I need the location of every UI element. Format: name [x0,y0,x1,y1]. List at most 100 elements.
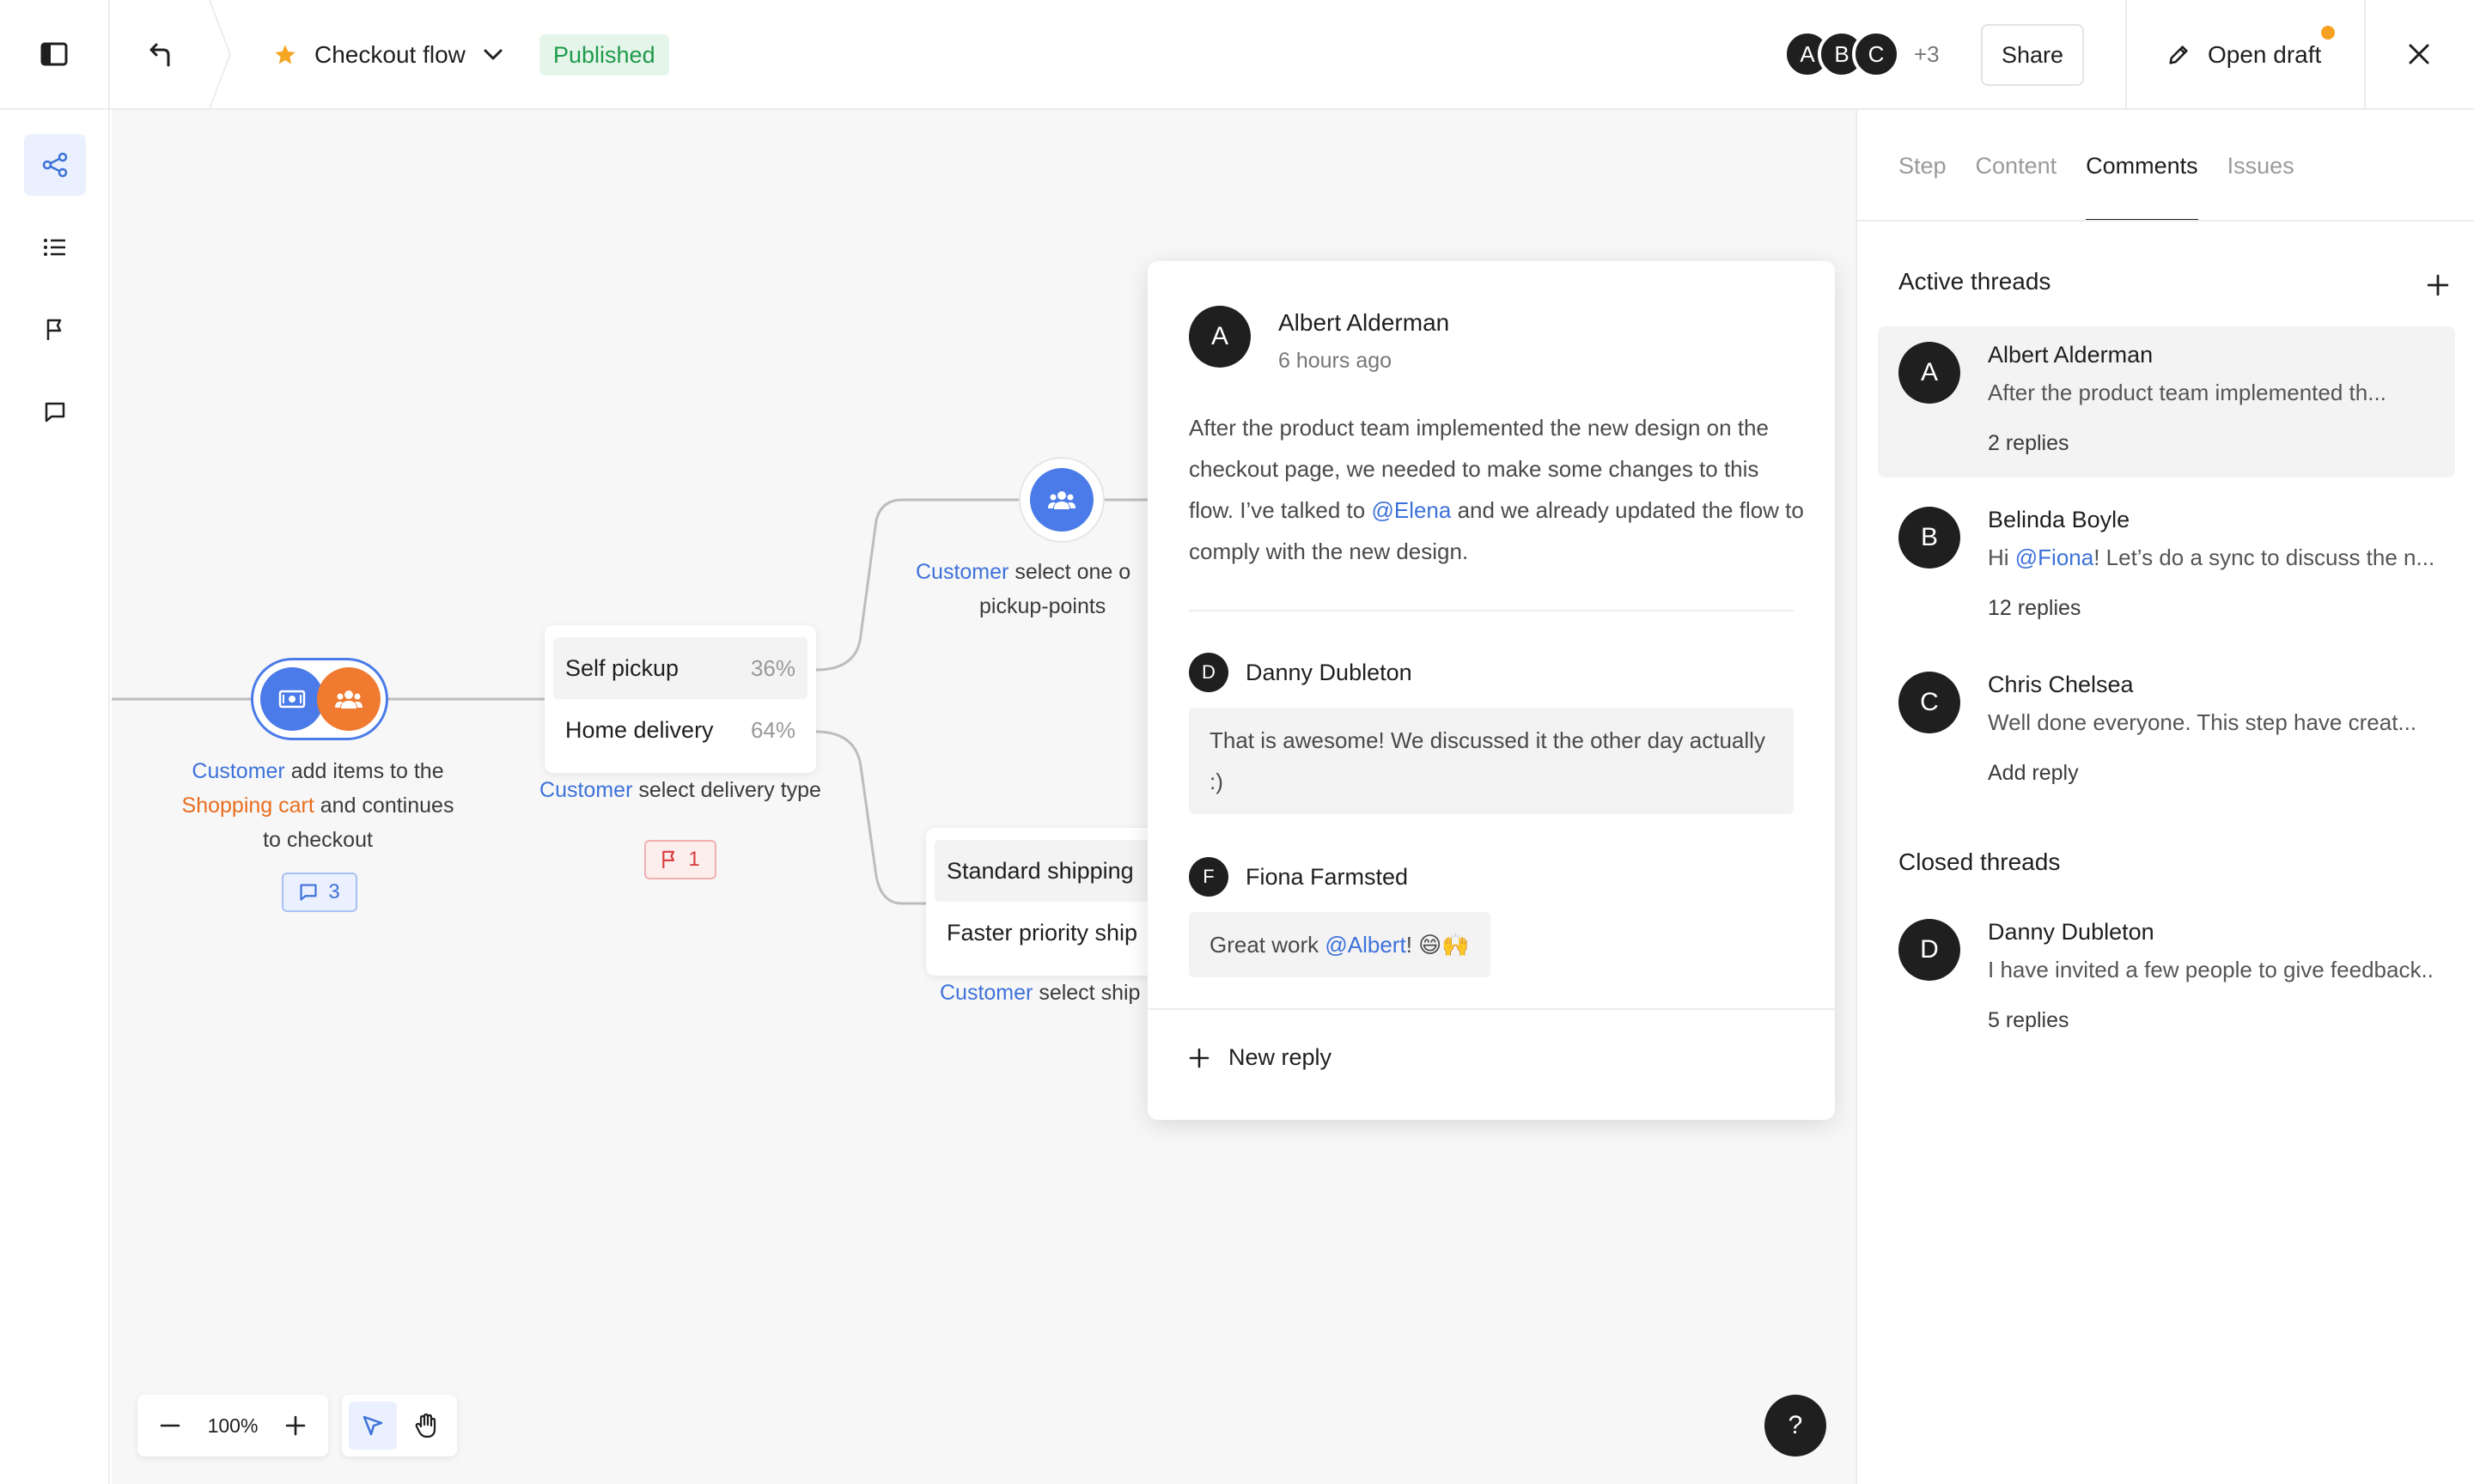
close-icon [2409,44,2429,64]
minus-icon [160,1424,180,1427]
option-priority-shipping[interactable]: Faster priority ship [935,902,1175,964]
zoom-in-button[interactable] [278,1408,313,1443]
right-panel: Step Content Comments Issues Active thre… [1855,110,2474,1484]
step-node-pickup-point[interactable] [1021,459,1103,541]
thread-preview: Well done everyone. This step have creat… [1988,709,2417,735]
add-thread-button[interactable] [2417,265,2459,306]
reply-count: 12 replies [1988,596,2081,620]
open-draft-button[interactable]: Open draft [2166,29,2321,81]
add-reply-link[interactable]: Add reply [1988,761,2079,786]
divider [2125,0,2127,108]
option-home-delivery[interactable]: Home delivery 64% [553,699,807,761]
help-button[interactable]: ? [1764,1395,1826,1457]
mention-link[interactable]: @Fiona [2015,544,2093,570]
thread-item[interactable]: A Albert Alderman After the product team… [1878,326,2455,477]
actor-tag[interactable]: Customer [192,759,284,783]
actor-tag[interactable]: Customer [940,981,1033,1005]
avatar: B [1898,507,1960,569]
top-bar: Checkout flow Published A B C +3 Share O… [0,0,2474,110]
flag-icon [46,319,62,340]
avatar: C [1898,672,1960,733]
select-tool-button[interactable] [349,1402,397,1450]
share-button[interactable]: Share [1981,24,2084,86]
reply-count: 5 replies [1988,1008,2069,1032]
tab-content[interactable]: Content [1976,110,2057,222]
users-icon [1048,491,1076,509]
reply-item: F Fiona Farmsted Great work @Albert! 😄🙌 [1189,857,1490,977]
avatar: D [1189,653,1228,692]
thread-author: Belinda Boyle [1988,507,2130,532]
thread-author: Chris Chelsea [1988,672,2134,697]
step-label-shipping: Customer select ship [940,981,1141,1005]
issues-count-chip[interactable]: 1 [644,840,716,879]
avatar: D [1898,919,1960,981]
status-badge: Published [539,34,669,76]
decision-node-delivery-type[interactable]: Self pickup 36% Home delivery 64% [545,625,816,773]
actor-tag[interactable]: Customer [539,778,632,802]
breadcrumb-separator [209,0,232,108]
sidebar-toggle-button[interactable] [0,0,110,108]
reply-author: Fiona Farmsted [1246,863,1409,890]
comment-icon [300,884,317,901]
plus-icon [1189,1048,1210,1067]
avatar: F [1189,857,1228,897]
rail-item-comments[interactable] [24,381,86,443]
tab-step[interactable]: Step [1898,110,1947,222]
avatar: A [1898,342,1960,404]
thread-header: A Albert Alderman 6 hours ago [1189,306,1449,374]
rail-item-flow[interactable] [24,134,86,196]
mention-link[interactable]: @Albert [1325,932,1405,958]
reply-item: D Danny Dubleton That is awesome! We dis… [1189,653,1794,814]
step-label-pickup-point: Customer select one o pickup-points [916,560,1131,618]
zoom-out-button[interactable] [153,1408,187,1443]
zoom-controls: 100% [137,1395,328,1457]
cursor-icon [363,1415,383,1436]
rail-item-issues[interactable] [24,299,86,361]
mention-link[interactable]: @Elena [1371,497,1451,523]
pencil-icon [2169,46,2188,64]
chevron-down-icon [484,49,503,60]
plus-icon [285,1415,306,1436]
thread-preview: Hi @Fiona! Let’s do a sync to discuss th… [1988,544,2434,570]
decision-node-shipping[interactable]: Standard shipping Faster priority ship [926,828,1184,976]
step-node-add-to-cart[interactable] [251,658,388,740]
tab-issues[interactable]: Issues [2227,110,2294,222]
reply-author: Danny Dubleton [1246,659,1412,685]
thread-body: After the product team implemented the n… [1189,415,1804,564]
actor-step-badge [1030,468,1094,532]
thread-item[interactable]: D Danny Dubleton I have invited a few pe… [1878,903,2455,1055]
option-standard-shipping[interactable]: Standard shipping [935,840,1175,902]
thread-item[interactable]: B Belinda Boyle Hi @Fiona! Let’s do a sy… [1878,491,2455,642]
flow-selector[interactable]: Checkout flow [273,33,503,77]
collaborator-avatars[interactable]: A B C +3 [1783,30,1940,78]
rail-item-list[interactable] [24,216,86,278]
step-label-add-to-cart: Customer add items to the Shopping cart … [181,759,454,852]
option-self-pickup[interactable]: Self pickup 36% [553,637,807,699]
money-icon [278,690,306,709]
canvas-tools [342,1395,457,1457]
divider [1857,220,2474,222]
comment-thread-popover: A Albert Alderman 6 hours ago After the … [1148,261,1835,1120]
thread-preview: After the product team implemented th... [1988,380,2386,405]
actor-tag[interactable]: Customer [916,560,1008,584]
actor-step-badge [317,667,381,731]
flow-canvas[interactable]: Customer add items to the Shopping cart … [112,110,1855,1484]
thread-item[interactable]: C Chris Chelsea Well done everyone. This… [1878,656,2455,807]
close-button[interactable] [2364,0,2474,108]
flow-diagram-icon [42,152,68,178]
open-draft-label: Open draft [2208,41,2322,68]
divider [1189,610,1794,611]
active-threads-heading: Active threads [1898,268,2051,295]
cart-step-badge [260,667,324,731]
reply-count: 2 replies [1988,431,2069,455]
back-button[interactable] [110,0,213,108]
thread-preview: I have invited a few people to give feed… [1988,957,2434,982]
divider [1148,1008,1835,1010]
pan-tool-button[interactable] [402,1402,450,1450]
new-reply-button[interactable]: New reply [1189,1044,1331,1071]
comments-count-chip[interactable]: 3 [282,873,357,912]
tab-comments[interactable]: Comments [2086,110,2198,222]
more-collaborators-count: +3 [1914,40,1940,67]
object-tag[interactable]: Shopping cart [182,794,314,818]
step-label-delivery-type: Customer select delivery type [539,778,821,802]
